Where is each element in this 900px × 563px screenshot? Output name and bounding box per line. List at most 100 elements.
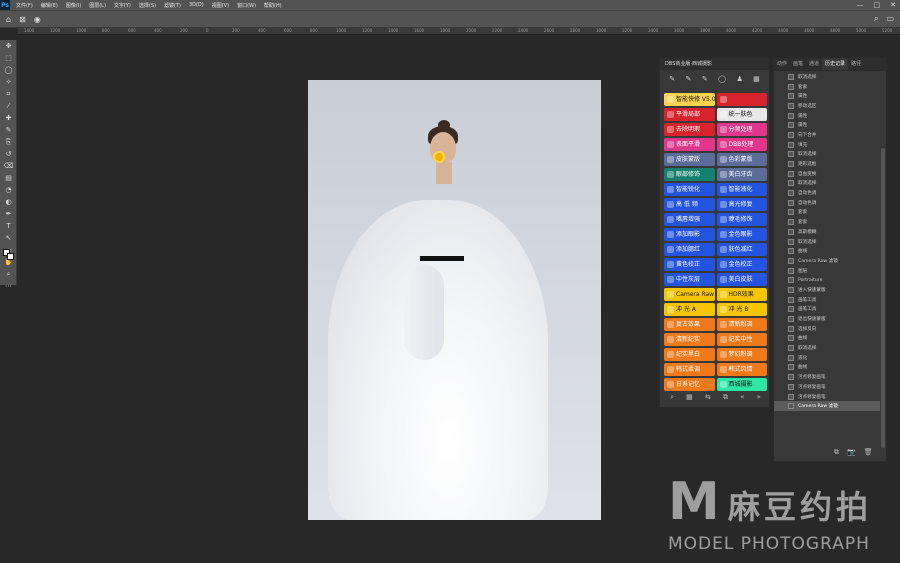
history-state[interactable]: 曲线: [774, 246, 880, 256]
dbs-action-button[interactable]: 中性灰层: [664, 273, 715, 286]
dbs-footer-icon[interactable]: «: [740, 393, 744, 402]
menu-item-8[interactable]: 视图(V): [212, 2, 229, 9]
dbs-action-button[interactable]: 智能快修 V5.0: [664, 93, 715, 106]
history-state[interactable]: 取消选择: [774, 343, 880, 353]
history-state[interactable]: 套索: [774, 82, 880, 92]
pen-icon[interactable]: ✒: [0, 208, 17, 220]
history-state[interactable]: 取消选择: [774, 179, 880, 189]
menu-item-4[interactable]: 文字(Y): [114, 2, 131, 9]
history-state[interactable]: 自由变换: [774, 169, 880, 179]
quick-select-icon[interactable]: ✧: [0, 76, 17, 88]
move-icon[interactable]: ✥: [0, 40, 17, 52]
dbs-action-button[interactable]: Camera Raw: [664, 288, 715, 301]
history-state[interactable]: 自动色调: [774, 198, 880, 208]
history-state[interactable]: 属性: [774, 120, 880, 130]
dbs-action-button[interactable]: 金色校正: [716, 258, 767, 271]
menu-item-3[interactable]: 图层(L): [89, 2, 106, 9]
history-footer-icon[interactable]: 📷: [847, 448, 856, 457]
dbs-tool-icon[interactable]: ◯: [718, 75, 726, 86]
eyedropper-icon[interactable]: ⁄: [0, 100, 17, 112]
blur-icon[interactable]: ◔: [0, 184, 17, 196]
history-tab[interactable]: 路径: [848, 58, 864, 70]
dbs-tool-icon[interactable]: ✎: [686, 75, 692, 86]
stamp-icon[interactable]: ⎘: [0, 136, 17, 148]
dbs-action-button[interactable]: 梦幻粉调: [716, 348, 767, 361]
history-state[interactable]: 取消选择: [774, 237, 880, 247]
history-state[interactable]: 自动色调: [774, 188, 880, 198]
menu-item-2[interactable]: 图像(I): [66, 2, 81, 9]
dbs-action-button[interactable]: 金色眼影: [716, 228, 767, 241]
dbs-action-button[interactable]: 智能液化: [716, 183, 767, 196]
dbs-action-button[interactable]: 眼部修饰: [664, 168, 715, 181]
dbs-action-button[interactable]: 冲 光 A: [664, 303, 715, 316]
history-state[interactable]: 向下合并: [774, 130, 880, 140]
history-tab[interactable]: 画笔: [790, 58, 806, 70]
spot-heal-icon[interactable]: ✚: [0, 112, 17, 124]
history-state[interactable]: 属性: [774, 91, 880, 101]
path-select-icon[interactable]: ↖: [0, 232, 17, 244]
dbs-footer-icon[interactable]: ▦: [686, 393, 693, 402]
dbs-action-button[interactable]: HDR效果: [716, 288, 767, 301]
history-state[interactable]: 选择反向: [774, 324, 880, 334]
history-state[interactable]: 图层: [774, 266, 880, 276]
history-state[interactable]: Portraiture: [774, 275, 880, 285]
dbs-tool-icon[interactable]: ✎: [702, 75, 708, 86]
history-state[interactable]: 套索: [774, 208, 880, 218]
tool-option-icon[interactable]: ◉: [34, 15, 41, 24]
brush-icon[interactable]: ✎: [0, 124, 17, 136]
dbs-action-button[interactable]: 色彩蒙版: [716, 153, 767, 166]
search-icon[interactable]: ⌕: [874, 14, 878, 24]
history-state[interactable]: 矩形选框: [774, 159, 880, 169]
history-tab[interactable]: 动作: [774, 58, 790, 70]
history-state[interactable]: 取消选择: [774, 72, 880, 82]
history-state[interactable]: 污点修复画笔: [774, 382, 880, 392]
close-button[interactable]: ✕: [890, 0, 896, 10]
dbs-footer-icon[interactable]: ⧉: [723, 393, 728, 402]
history-state[interactable]: 套索: [774, 217, 880, 227]
history-state[interactable]: Camera Raw 滤镜: [774, 401, 880, 412]
menu-item-1[interactable]: 编辑(E): [41, 2, 58, 9]
dbs-action-button[interactable]: 表面平滑: [664, 138, 715, 151]
dbs-action-button[interactable]: 美白牙齿: [716, 168, 767, 181]
dbs-action-button[interactable]: 纪实中性: [716, 333, 767, 346]
dbs-action-button[interactable]: 分频处理: [716, 123, 767, 136]
dbs-action-button[interactable]: 肤色减红: [716, 243, 767, 256]
zoom-icon[interactable]: ⌕: [0, 268, 17, 280]
dbs-action-button[interactable]: 去除明瑕: [664, 123, 715, 136]
menu-item-7[interactable]: 3D(D): [189, 2, 204, 9]
dbs-action-button[interactable]: [716, 93, 767, 106]
artboard-tool-icon[interactable]: ⊠: [19, 15, 26, 24]
menu-item-6[interactable]: 滤镜(T): [164, 2, 181, 9]
history-state[interactable]: 曲线: [774, 334, 880, 344]
history-state[interactable]: Camera Raw 滤镜: [774, 256, 880, 266]
dbs-action-button[interactable]: 高光修复: [716, 198, 767, 211]
menu-item-0[interactable]: 文件(F): [16, 2, 33, 9]
history-state[interactable]: 污点修复画笔: [774, 392, 880, 402]
minimize-button[interactable]: —: [857, 0, 864, 10]
maximize-button[interactable]: □: [874, 0, 881, 10]
dbs-action-button[interactable]: 添加腮红: [664, 243, 715, 256]
dbs-action-button[interactable]: 西城摄影: [716, 378, 767, 391]
history-tab[interactable]: 通道: [806, 58, 822, 70]
lasso-icon[interactable]: ◯: [0, 64, 17, 76]
dbs-action-button[interactable]: 高 低 频: [664, 198, 715, 211]
more-icon[interactable]: ⋯: [0, 280, 17, 292]
dbs-action-button[interactable]: 日系记忆: [664, 378, 715, 391]
dbs-action-button[interactable]: 添加眼影: [664, 228, 715, 241]
workspace-icon[interactable]: ▭: [886, 14, 894, 24]
menu-item-10[interactable]: 帮助(H): [264, 2, 282, 9]
dbs-action-button[interactable]: 清新粉调: [716, 318, 767, 331]
history-state[interactable]: 取消选择: [774, 150, 880, 160]
dbs-action-button[interactable]: 韩式柔调: [664, 363, 715, 376]
history-state[interactable]: 画笔工具: [774, 295, 880, 305]
history-scrollbar[interactable]: [881, 148, 885, 448]
type-icon[interactable]: T: [0, 220, 17, 232]
gradient-icon[interactable]: ▤: [0, 172, 17, 184]
dbs-action-button[interactable]: 睫毛修饰: [716, 213, 767, 226]
history-state[interactable]: 进入快速蒙版: [774, 285, 880, 295]
dbs-footer-icon[interactable]: ⇆: [705, 393, 711, 402]
history-state[interactable]: 退出快速蒙版: [774, 314, 880, 324]
history-state[interactable]: 属性: [774, 111, 880, 121]
home-icon[interactable]: ⌂: [6, 15, 11, 24]
dbs-action-button[interactable]: 美白皮肤: [716, 273, 767, 286]
